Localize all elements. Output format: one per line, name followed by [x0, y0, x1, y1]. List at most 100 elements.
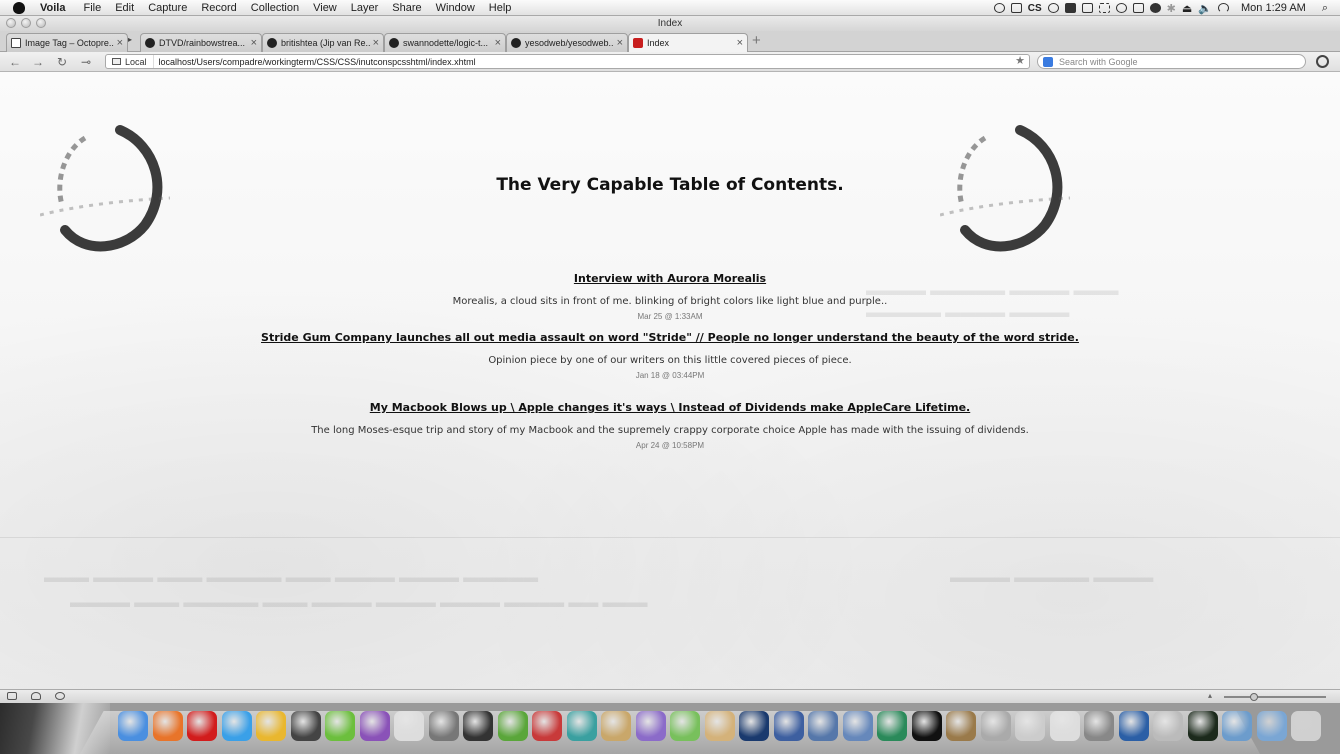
menu-edit[interactable]: Edit [108, 2, 141, 14]
wine-glass-icon[interactable] [1010, 3, 1022, 13]
tab-rainbowstream[interactable]: DTVD/rainbowstrea... × [140, 33, 262, 52]
search-input[interactable]: Search with Google [1059, 57, 1138, 67]
tab-overflow-icon[interactable]: ▸ [128, 35, 132, 44]
menu-view[interactable]: View [306, 2, 344, 14]
menu-capture[interactable]: Capture [141, 2, 194, 14]
package-icon[interactable] [704, 711, 735, 741]
opera-icon[interactable] [187, 711, 217, 741]
clock[interactable]: Mon 1:29 AM [1241, 2, 1306, 14]
applications-folder-icon[interactable] [1222, 711, 1252, 741]
menu-share[interactable]: Share [385, 2, 428, 14]
minimize-window-button[interactable] [21, 18, 31, 28]
downloads-folder-icon[interactable] [1256, 711, 1287, 741]
url-input[interactable]: localhost/Users/compadre/workingterm/CSS… [154, 57, 1029, 67]
pen-app-icon[interactable] [428, 711, 459, 741]
red-app-icon[interactable] [532, 711, 562, 741]
volume-icon[interactable]: 🔈 [1198, 2, 1212, 15]
zoom-out-icon[interactable]: ▴ [1208, 691, 1212, 700]
notes-app-icon[interactable] [1049, 711, 1080, 741]
chart-app-icon[interactable] [877, 711, 907, 741]
cloud-sync-icon[interactable] [31, 692, 41, 700]
purple-app-icon[interactable] [359, 711, 390, 741]
green-app-icon[interactable] [670, 711, 700, 741]
system-prefs-icon[interactable] [1084, 711, 1114, 741]
app-menu[interactable]: Voila [33, 2, 76, 14]
terminal-icon[interactable] [911, 711, 942, 741]
close-tab-icon[interactable]: × [617, 37, 623, 49]
bluetooth-icon[interactable]: ✱ [1167, 2, 1176, 15]
quicktime-icon[interactable] [1118, 711, 1149, 741]
entry-title-link[interactable]: My Macbook Blows up \ Apple changes it's… [370, 401, 970, 414]
gold-app-icon[interactable] [256, 711, 286, 741]
menu-layer[interactable]: Layer [344, 2, 386, 14]
reload-button[interactable]: ↻ [57, 54, 67, 70]
activity-monitor-icon[interactable] [1187, 711, 1218, 741]
back-button[interactable]: ← [9, 54, 21, 70]
zoom-window-button[interactable] [36, 18, 46, 28]
circle-icon[interactable] [1115, 3, 1127, 13]
spotlight-icon[interactable]: ⌕ [1322, 2, 1328, 15]
preview-icon[interactable] [601, 711, 631, 741]
menu-file[interactable]: File [76, 2, 108, 14]
dropbox-icon[interactable] [1064, 3, 1076, 13]
window-icon[interactable] [1081, 3, 1093, 13]
wifi-icon[interactable] [1218, 3, 1229, 13]
cloud-icon[interactable] [1149, 3, 1161, 13]
key-icon[interactable]: ⊸ [81, 54, 91, 70]
search-bar[interactable]: Search with Google [1037, 54, 1306, 69]
tab-britishtea[interactable]: britishtea (Jip van Re... × [262, 33, 384, 52]
close-tab-icon[interactable]: × [373, 37, 379, 49]
xcode-icon[interactable] [842, 711, 873, 741]
zoom-slider-track[interactable] [1224, 696, 1326, 698]
speaker-icon[interactable] [290, 711, 321, 741]
compass-icon[interactable] [773, 711, 804, 741]
tab-yesodweb[interactable]: yesodweb/yesodweb... × [506, 33, 628, 52]
close-window-button[interactable] [6, 18, 16, 28]
wrench-app-icon[interactable] [1153, 711, 1183, 741]
firefox-icon[interactable] [152, 711, 183, 741]
close-tab-icon[interactable]: × [251, 37, 257, 49]
addon-icon[interactable] [1316, 55, 1329, 68]
headphones-icon[interactable] [1047, 3, 1059, 13]
edit-icon[interactable] [1132, 3, 1144, 13]
tab-logic-tutorial[interactable]: swannodette/logic-t... × [384, 33, 506, 52]
image-app-icon[interactable] [566, 711, 597, 741]
box-app-icon[interactable] [635, 711, 666, 741]
selection-icon[interactable] [1098, 3, 1110, 13]
utility-icon[interactable] [980, 711, 1011, 741]
site-identity[interactable]: Local [106, 55, 154, 68]
tab-index[interactable]: Index × [628, 33, 748, 52]
paper-app-icon[interactable] [394, 711, 424, 741]
finder-icon[interactable] [118, 711, 148, 741]
bookmark-star-icon[interactable]: ★ [1015, 55, 1025, 68]
camera-app-icon[interactable] [463, 711, 493, 741]
itunes-icon[interactable] [221, 711, 252, 741]
gimp-icon[interactable] [946, 711, 976, 741]
dashboard-icon[interactable] [808, 711, 838, 741]
entry-title-link[interactable]: Stride Gum Company launches all out medi… [261, 331, 1079, 344]
forward-button[interactable]: → [32, 54, 44, 70]
tab-image-tag[interactable]: Image Tag – Octopre... × [6, 33, 128, 52]
eject-icon[interactable]: ⏏ [1182, 2, 1192, 15]
url-bar[interactable]: Local localhost/Users/compadre/workingte… [105, 54, 1030, 69]
clock-addon-icon[interactable] [55, 692, 65, 700]
photoshop-icon[interactable] [739, 711, 769, 741]
gear-icon[interactable] [993, 3, 1005, 13]
close-tab-icon[interactable]: × [117, 37, 123, 49]
sidebar-toggle-icon[interactable] [7, 692, 17, 700]
new-tab-button[interactable]: + [752, 32, 761, 49]
zoom-slider-knob[interactable] [1250, 693, 1258, 701]
menu-help[interactable]: Help [482, 2, 519, 14]
entry-title-link[interactable]: Interview with Aurora Morealis [574, 272, 766, 285]
menu-window[interactable]: Window [429, 2, 482, 14]
apple-menu-icon[interactable] [13, 1, 25, 14]
google-search-engine-icon[interactable] [1043, 56, 1053, 67]
trash-icon[interactable] [1291, 711, 1321, 741]
evernote-icon[interactable] [497, 711, 528, 741]
leaf-app-icon[interactable] [325, 711, 355, 741]
menu-record[interactable]: Record [194, 2, 243, 14]
menu-collection[interactable]: Collection [244, 2, 306, 14]
cs-icon[interactable]: CS [1028, 3, 1042, 14]
file-app-icon[interactable] [1015, 711, 1045, 741]
close-tab-icon[interactable]: × [495, 37, 501, 49]
